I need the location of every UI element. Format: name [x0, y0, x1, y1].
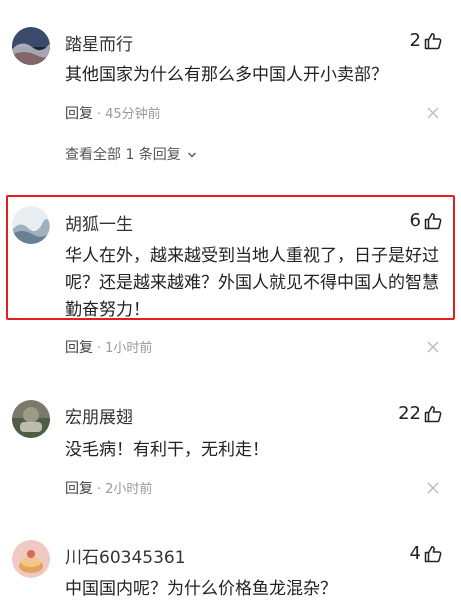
timestamp: 45分钟前	[105, 107, 161, 122]
comment-meta: 回复 · 45分钟前	[65, 103, 161, 123]
close-icon[interactable]	[427, 482, 439, 494]
separator-dot: ·	[97, 482, 102, 497]
avatar[interactable]	[12, 27, 50, 65]
like-button[interactable]: 6	[410, 210, 443, 231]
author-name[interactable]: 踏星而行	[65, 30, 133, 55]
thumbs-up-icon	[423, 31, 443, 51]
chevron-down-icon	[188, 152, 197, 158]
like-count: 4	[409, 543, 421, 564]
thumbs-up-icon	[423, 544, 443, 564]
like-button[interactable]: 2	[410, 30, 443, 51]
comment-text: 中国国内呢？为什么价格鱼龙混杂？	[65, 579, 337, 599]
like-count: 6	[409, 210, 421, 231]
author-name[interactable]: 川石60345361	[65, 543, 186, 568]
close-icon[interactable]	[427, 341, 439, 353]
timestamp: 1小时前	[105, 341, 153, 356]
author-name[interactable]: 宏朋展翅	[65, 403, 133, 428]
close-icon[interactable]	[427, 107, 439, 119]
comment-text: 没毛病！有利干，无利走！	[65, 440, 269, 460]
like-count: 2	[409, 30, 421, 51]
reply-button[interactable]: 回复	[65, 106, 93, 122]
like-button[interactable]: 4	[410, 543, 443, 564]
avatar[interactable]	[12, 206, 50, 244]
expand-replies-label: 查看全部 1 条回复	[65, 147, 181, 163]
expand-replies-button[interactable]: 查看全部 1 条回复	[65, 144, 197, 164]
avatar[interactable]	[12, 540, 50, 578]
timestamp: 2小时前	[105, 482, 153, 497]
reply-button[interactable]: 回复	[65, 481, 93, 497]
avatar[interactable]	[12, 400, 50, 438]
like-button[interactable]: 22	[398, 403, 443, 424]
separator-dot: ·	[97, 341, 102, 356]
separator-dot: ·	[97, 107, 102, 122]
comment-meta: 回复 · 1小时前	[65, 337, 152, 357]
comment-meta: 回复 · 2小时前	[65, 478, 152, 498]
comment-text: 华人在外，越来越受到当地人重视了，日子是好过呢？还是越来越难？外国人就见不得中国…	[65, 246, 439, 320]
comment-text: 其他国家为什么有那么多中国人开小卖部？	[65, 65, 388, 85]
author-name[interactable]: 胡狐一生	[65, 210, 133, 235]
thumbs-up-icon	[423, 211, 443, 231]
reply-button[interactable]: 回复	[65, 340, 93, 356]
like-count: 22	[398, 403, 421, 424]
thumbs-up-icon	[423, 404, 443, 424]
